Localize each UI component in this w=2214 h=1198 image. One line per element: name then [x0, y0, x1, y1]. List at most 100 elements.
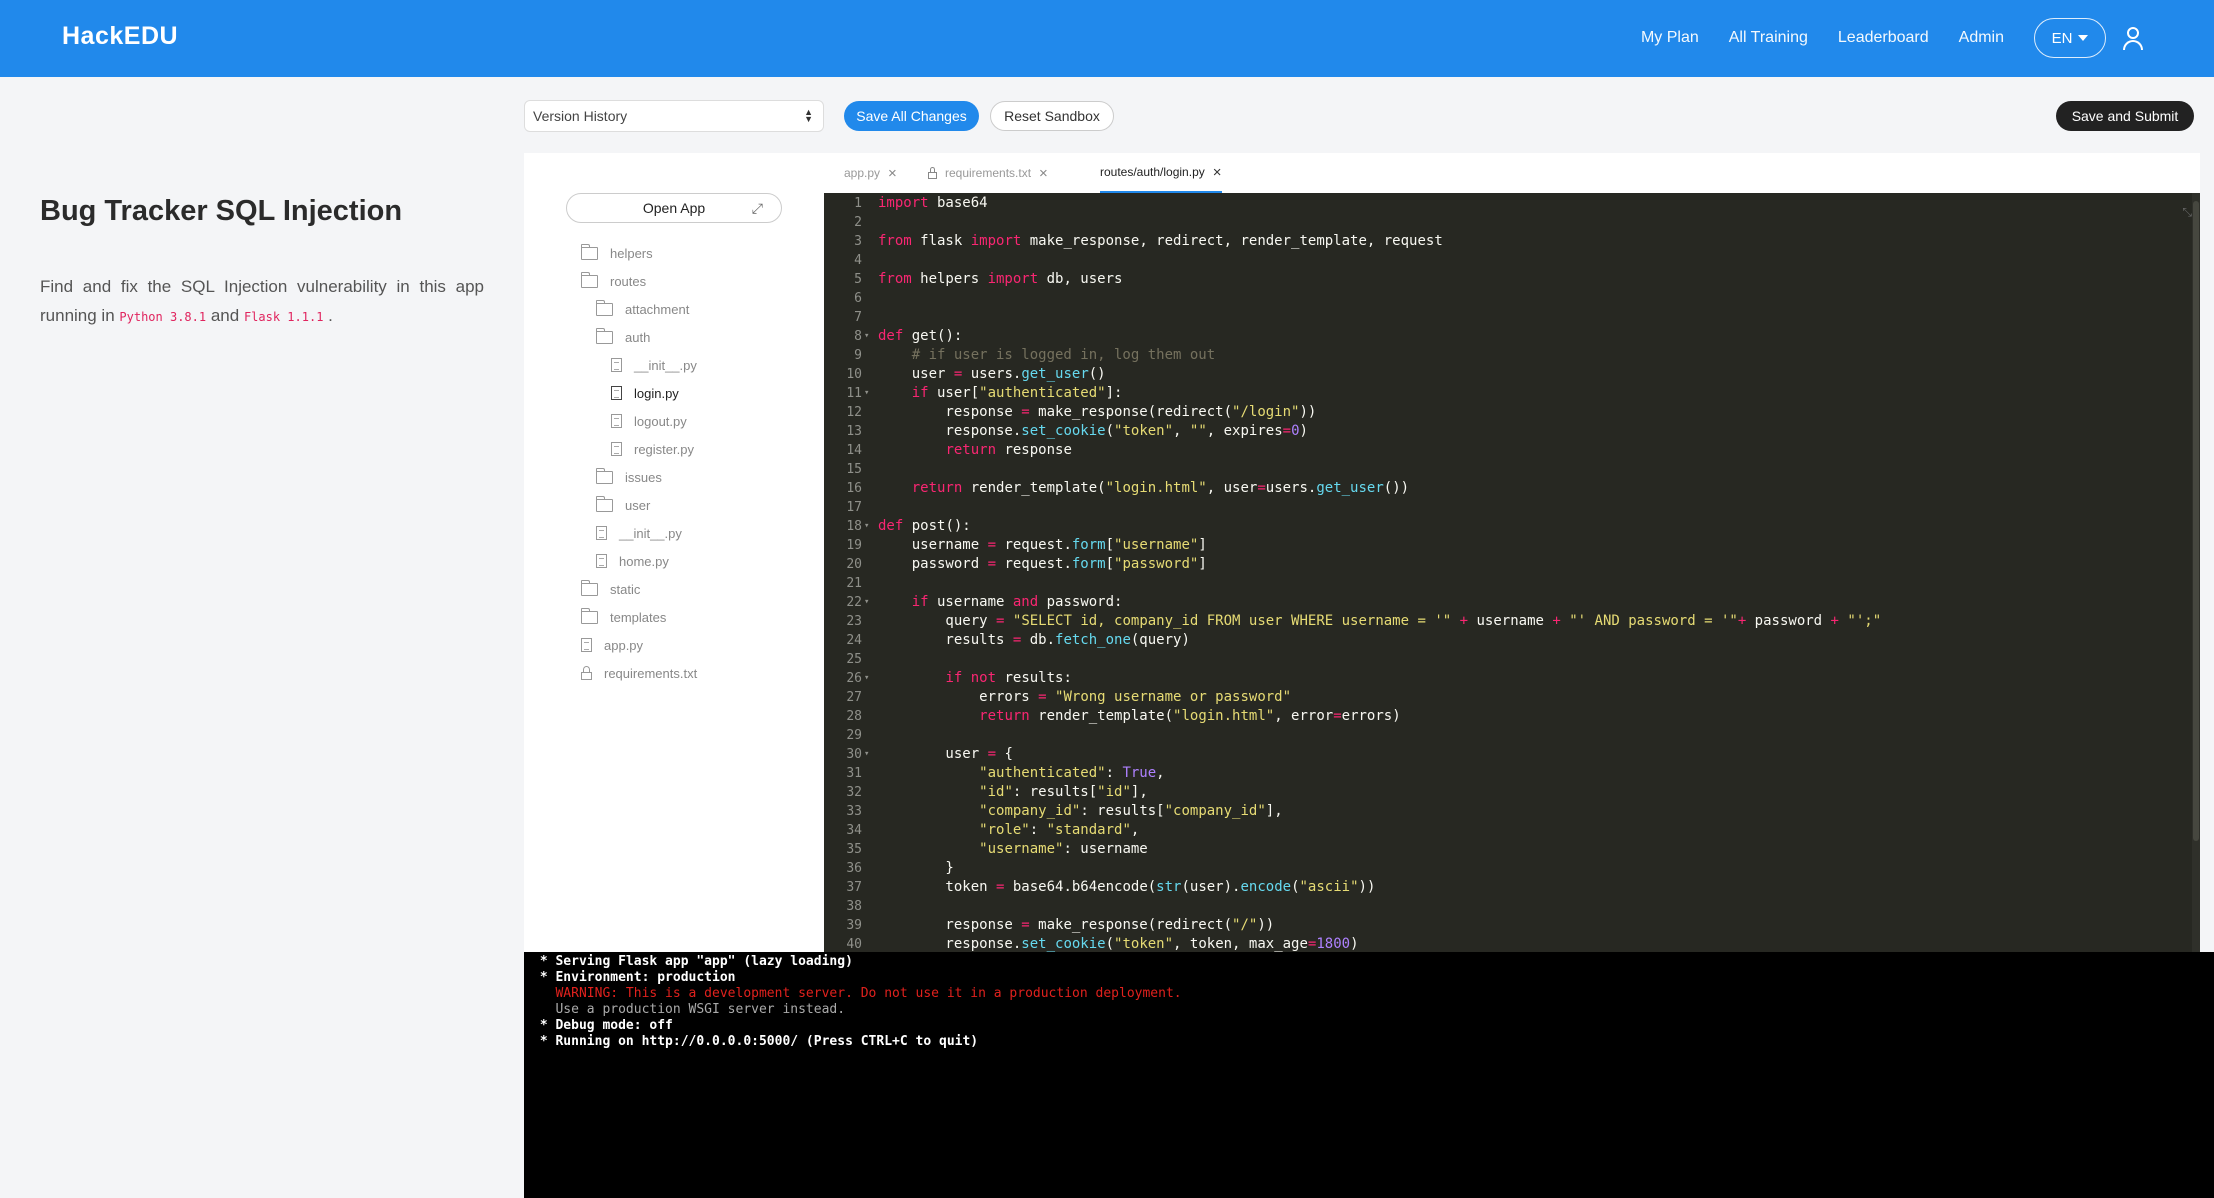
file-tree-item[interactable]: static — [581, 579, 640, 599]
code-line[interactable]: 1 import base64 — [824, 194, 2200, 213]
code-line[interactable]: 36 } — [824, 859, 2200, 878]
code-line[interactable]: 6 — [824, 289, 2200, 308]
folder-icon — [581, 579, 598, 596]
console-line: * Environment: production — [532, 970, 736, 985]
nav-my-plan[interactable]: My Plan — [1641, 29, 1699, 47]
file-tree-item[interactable]: routes — [581, 271, 646, 291]
folder-icon — [581, 271, 598, 288]
code-line[interactable]: 21 — [824, 574, 2200, 593]
file-tree-item[interactable]: templates — [581, 607, 666, 627]
code-line[interactable]: 8 ▾ def get(): — [824, 327, 2200, 346]
code-text: return render_template("login.html", err… — [979, 708, 1401, 724]
code-line[interactable]: 11 ▾ if user["authenticated"]: — [824, 384, 2200, 403]
code-line[interactable]: 10 user = users.get_user() — [824, 365, 2200, 384]
code-line[interactable]: 33 "company_id": results["company_id"], — [824, 802, 2200, 821]
file-tree-item[interactable]: issues — [596, 467, 662, 487]
nav-admin[interactable]: Admin — [1959, 29, 2004, 47]
editor-tab[interactable]: routes/auth/login.py × — [1100, 153, 1222, 193]
hackedu-logo[interactable]: HackEDU — [62, 22, 178, 51]
line-number: 2 — [854, 215, 862, 230]
code-line[interactable]: 26 ▾ if not results: — [824, 669, 2200, 688]
code-line[interactable]: 27 errors = "Wrong username or password" — [824, 688, 2200, 707]
file-tree-item[interactable]: home.py — [596, 551, 669, 571]
editor-tab[interactable]: requirements.txt × — [928, 153, 1048, 193]
file-icon — [611, 414, 622, 428]
code-line[interactable]: 29 — [824, 726, 2200, 745]
file-tree-item[interactable]: __init__.py — [596, 523, 682, 543]
nav-leaderboard[interactable]: Leaderboard — [1838, 29, 1929, 47]
code-line[interactable]: 38 — [824, 897, 2200, 916]
user-icon[interactable] — [2122, 26, 2144, 50]
file-tree-label: login.py — [634, 385, 679, 401]
code-line[interactable]: 3 from flask import make_response, redire… — [824, 232, 2200, 251]
folder-icon — [581, 607, 598, 624]
file-tree-item[interactable]: __init__.py — [611, 355, 697, 375]
fold-toggle-icon[interactable]: ▾ — [864, 517, 869, 536]
file-tree-item[interactable]: login.py — [611, 383, 679, 403]
code-text: username = request.form["username"] — [878, 537, 1207, 553]
file-tree-item[interactable]: helpers — [581, 243, 653, 263]
fold-toggle-icon[interactable]: ▾ — [864, 384, 869, 403]
code-line[interactable]: 13 response.set_cookie("token", "", expi… — [824, 422, 2200, 441]
lock-icon — [928, 166, 937, 179]
code-line[interactable]: 28 return render_template("login.html", … — [824, 707, 2200, 726]
code-line[interactable]: 40 response.set_cookie("token", token, m… — [824, 935, 2200, 952]
code-line[interactable]: 9 # if user is logged in, log them out — [824, 346, 2200, 365]
close-tab-icon[interactable]: × — [1213, 164, 1222, 181]
code-line[interactable]: 17 — [824, 498, 2200, 517]
nav-all-training[interactable]: All Training — [1729, 29, 1808, 47]
code-line[interactable]: 4 — [824, 251, 2200, 270]
close-tab-icon[interactable]: × — [888, 165, 897, 182]
console-line: * Running on http://0.0.0.0:5000/ (Press… — [532, 1034, 979, 1049]
code-line[interactable]: 19 username = request.form["username"] — [824, 536, 2200, 555]
language-label: EN — [2051, 29, 2073, 47]
code-line[interactable]: 7 — [824, 308, 2200, 327]
code-line[interactable]: 39 response = make_response(redirect("/"… — [824, 916, 2200, 935]
reset-sandbox-button[interactable]: Reset Sandbox — [990, 101, 1114, 131]
fold-toggle-icon[interactable]: ▾ — [864, 593, 869, 612]
code-line[interactable]: 20 password = request.form["password"] — [824, 555, 2200, 574]
fold-toggle-icon[interactable]: ▾ — [864, 327, 869, 346]
language-dropdown[interactable]: EN — [2034, 18, 2106, 58]
code-line[interactable]: 22 ▾ if username and password: — [824, 593, 2200, 612]
period-text: . — [328, 306, 333, 325]
file-tree-item[interactable]: register.py — [611, 439, 694, 459]
save-and-submit-button[interactable]: Save and Submit — [2056, 101, 2194, 131]
code-editor[interactable]: ⤡ 1 import base64 2 3 from flask import make… — [824, 193, 2200, 952]
code-line[interactable]: 12 response = make_response(redirect("/l… — [824, 403, 2200, 422]
code-text: "username": username — [979, 841, 1148, 857]
code-line[interactable]: 31 "authenticated": True, — [824, 764, 2200, 783]
file-tree-item[interactable]: app.py — [581, 635, 643, 655]
code-line[interactable]: 15 — [824, 460, 2200, 479]
fold-toggle-icon[interactable]: ▾ — [864, 669, 869, 688]
file-tree-item[interactable]: logout.py — [611, 411, 687, 431]
code-line[interactable]: 32 "id": results["id"], — [824, 783, 2200, 802]
code-line[interactable]: 34 "role": "standard", — [824, 821, 2200, 840]
file-tree-item[interactable]: requirements.txt — [581, 663, 697, 683]
code-line[interactable]: 16 return render_template("login.html", … — [824, 479, 2200, 498]
code-line[interactable]: 25 — [824, 650, 2200, 669]
open-app-button[interactable]: Open App ⤢ — [566, 193, 782, 223]
code-line[interactable]: 5 from helpers import db, users — [824, 270, 2200, 289]
code-line[interactable]: 23 query = "SELECT id, company_id FROM u… — [824, 612, 2200, 631]
file-tree-item[interactable]: user — [596, 495, 650, 515]
code-line[interactable]: 2 — [824, 213, 2200, 232]
file-tree-item[interactable]: attachment — [596, 299, 689, 319]
code-line[interactable]: 14 return response — [824, 441, 2200, 460]
version-history-select[interactable]: Version History ▲ ▼ — [524, 100, 824, 132]
editor-tab[interactable]: app.py × — [844, 153, 897, 193]
save-all-changes-button[interactable]: Save All Changes — [844, 101, 979, 131]
file-tree-label: helpers — [610, 245, 653, 261]
fold-toggle-icon[interactable]: ▾ — [864, 745, 869, 764]
code-line[interactable]: 35 "username": username — [824, 840, 2200, 859]
code-line[interactable]: 30 ▾ user = { — [824, 745, 2200, 764]
close-tab-icon[interactable]: × — [1039, 165, 1048, 182]
file-tree-item[interactable]: auth — [596, 327, 650, 347]
line-number: 28 — [846, 709, 862, 724]
code-line[interactable]: 37 token = base64.b64encode(str(user).en… — [824, 878, 2200, 897]
code-line[interactable]: 18 ▾ def post(): — [824, 517, 2200, 536]
code-line[interactable]: 24 results = db.fetch_one(query) — [824, 631, 2200, 650]
line-number: 18 — [846, 519, 862, 534]
file-icon — [581, 638, 592, 652]
lesson-panel: Bug Tracker SQL Injection Find and fix t… — [0, 77, 524, 1198]
